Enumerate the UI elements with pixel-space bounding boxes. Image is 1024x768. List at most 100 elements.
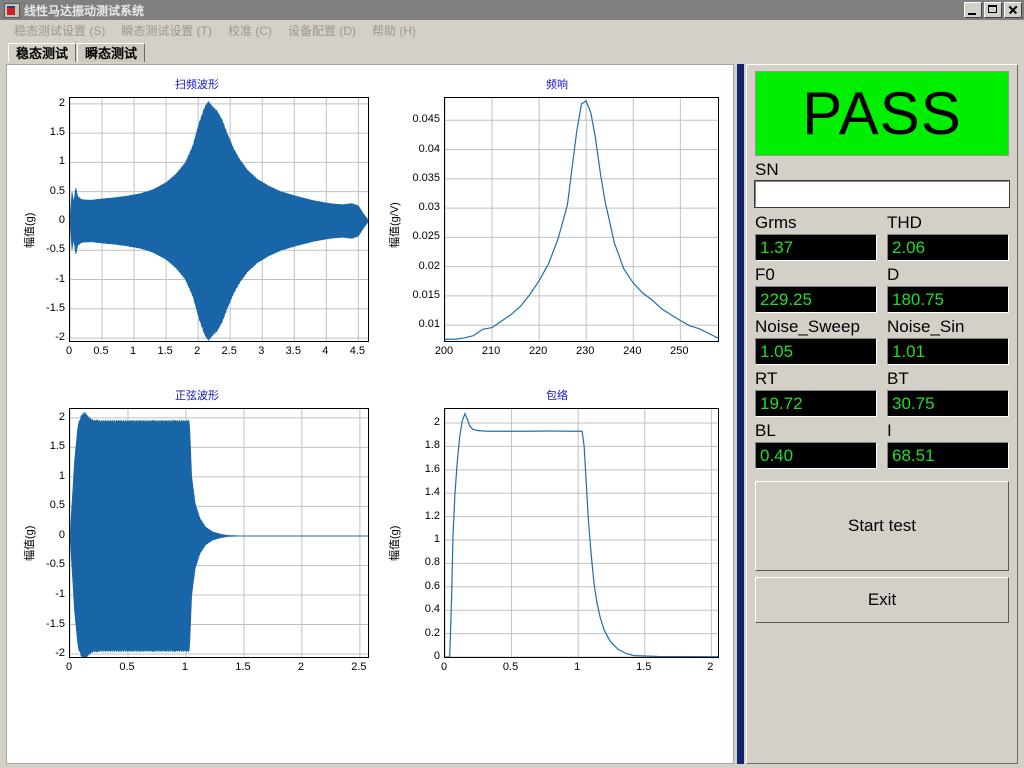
y-tick-label: 0 <box>21 214 65 226</box>
bt-value: 30.75 <box>887 390 1009 417</box>
rt-label: RT <box>755 369 877 389</box>
tab-steady-state[interactable]: 稳态测试 <box>8 43 76 62</box>
grms-value: 1.37 <box>755 234 877 261</box>
exit-button[interactable]: Exit <box>755 577 1009 623</box>
x-tick-label: 220 <box>518 345 558 357</box>
y-tick-label: 0.5 <box>21 499 65 511</box>
bl-label: BL <box>755 421 877 441</box>
close-button[interactable] <box>1004 2 1022 18</box>
y-tick-label: 2 <box>396 416 440 428</box>
sn-label: SN <box>755 160 1009 180</box>
client-area: 扫频波形幅值(g)00.511.522.533.544.5-2-1.5-1-0.… <box>0 62 1024 768</box>
results-panel: PASS SN Grms 1.37 THD 2.06 F0 229.25 D 1… <box>746 64 1018 764</box>
x-tick-label: 0.5 <box>107 661 147 673</box>
y-tick-label: 0.6 <box>396 580 440 592</box>
sn-input[interactable] <box>755 181 1009 207</box>
y-tick-label: -2 <box>21 647 65 659</box>
plot-area-sweep-waveform <box>69 97 369 342</box>
y-tick-label: 1 <box>21 155 65 167</box>
app-icon <box>4 3 20 18</box>
bt-label: BT <box>887 369 1009 389</box>
y-tick-label: 0.025 <box>396 230 440 242</box>
x-tick-label: 1.5 <box>624 661 664 673</box>
y-tick-label: 1.6 <box>396 463 440 475</box>
menu-item-help[interactable]: 帮助 (H) <box>364 21 424 40</box>
plot-area-sine-waveform <box>69 408 369 658</box>
y-tick-label: -2 <box>21 331 65 343</box>
menu-item-steady-settings[interactable]: 稳态测试设置 (S) <box>6 21 113 40</box>
x-tick-label: 0 <box>424 661 464 673</box>
y-tick-label: -0.5 <box>21 558 65 570</box>
charts-pane: 扫频波形幅值(g)00.511.522.533.544.5-2-1.5-1-0.… <box>6 64 734 764</box>
f0-value: 229.25 <box>755 286 877 313</box>
y-tick-label: 0.8 <box>396 556 440 568</box>
noise-sin-label: Noise_Sin <box>887 317 1009 337</box>
x-tick-label: 240 <box>612 345 652 357</box>
chart-title-sine-waveform: 正弦波形 <box>17 390 377 403</box>
menu-item-calibration[interactable]: 校准 (C) <box>220 21 280 40</box>
y-tick-label: 1.4 <box>396 486 440 498</box>
chart-sine-waveform: 正弦波形幅值(g)00.511.522.5-2-1.5-1-0.500.511.… <box>17 390 377 690</box>
x-tick-label: 200 <box>424 345 464 357</box>
y-tick-label: 1 <box>396 533 440 545</box>
thd-label: THD <box>887 213 1009 233</box>
x-tick-label: 2 <box>690 661 730 673</box>
i-value: 68.51 <box>887 442 1009 469</box>
chart-envelope: 包络幅值(g)00.511.5200.20.40.60.811.21.41.61… <box>382 390 732 690</box>
maximize-button[interactable] <box>984 2 1002 18</box>
start-test-button[interactable]: Start test <box>755 481 1009 571</box>
tab-strip: 稳态测试 瞬态测试 <box>0 40 1024 62</box>
y-tick-label: 0.4 <box>396 603 440 615</box>
x-tick-label: 2 <box>281 661 321 673</box>
x-tick-label: 1 <box>165 661 205 673</box>
x-tick-label: 1 <box>557 661 597 673</box>
status-badge: PASS <box>755 71 1009 156</box>
y-tick-label: 0.045 <box>396 113 440 125</box>
y-tick-label: 0.035 <box>396 172 440 184</box>
y-tick-label: 0.2 <box>396 627 440 639</box>
x-tick-label: 2.5 <box>339 661 379 673</box>
x-tick-label: 210 <box>471 345 511 357</box>
y-tick-label: -1.5 <box>21 618 65 630</box>
chart-title-sweep-waveform: 扫频波形 <box>17 79 377 92</box>
y-tick-label: 2 <box>21 97 65 109</box>
d-value: 180.75 <box>887 286 1009 313</box>
x-tick-label: 0.5 <box>491 661 531 673</box>
x-tick-label: 4.5 <box>337 345 377 357</box>
i-label: I <box>887 421 1009 441</box>
noise-sweep-label: Noise_Sweep <box>755 317 877 337</box>
y-tick-label: 1.5 <box>21 126 65 138</box>
plot-area-envelope <box>444 408 719 658</box>
x-tick-label: 230 <box>565 345 605 357</box>
y-tick-label: 1.5 <box>21 440 65 452</box>
y-tick-label: 0 <box>21 529 65 541</box>
y-tick-label: 0.04 <box>396 143 440 155</box>
menu-item-device-config[interactable]: 设备配置 (D) <box>280 21 364 40</box>
y-tick-label: 2 <box>21 411 65 423</box>
y-tick-label: -1 <box>21 273 65 285</box>
pane-divider <box>737 64 744 764</box>
y-tick-label: 1.8 <box>396 439 440 451</box>
y-tick-label: 0.02 <box>396 260 440 272</box>
rt-value: 19.72 <box>755 390 877 417</box>
d-label: D <box>887 265 1009 285</box>
y-tick-label: 0.03 <box>396 201 440 213</box>
y-tick-label: -1 <box>21 588 65 600</box>
y-tick-label: -0.5 <box>21 243 65 255</box>
x-tick-label: 1.5 <box>223 661 263 673</box>
x-tick-label: 0 <box>49 661 89 673</box>
window-title: 线性马达振动测试系统 <box>24 2 962 19</box>
x-tick-label: 250 <box>659 345 699 357</box>
noise-sweep-value: 1.05 <box>755 338 877 365</box>
noise-sin-value: 1.01 <box>887 338 1009 365</box>
y-tick-label: 1 <box>21 470 65 482</box>
menu-bar: 稳态测试设置 (S) 瞬态测试设置 (T) 校准 (C) 设备配置 (D) 帮助… <box>0 20 1024 40</box>
menu-item-transient-settings[interactable]: 瞬态测试设置 (T) <box>113 21 220 40</box>
tab-transient[interactable]: 瞬态测试 <box>77 43 145 62</box>
y-tick-label: 0 <box>396 650 440 662</box>
chart-sweep-waveform: 扫频波形幅值(g)00.511.522.533.544.5-2-1.5-1-0.… <box>17 79 377 369</box>
minimize-button[interactable] <box>964 2 982 18</box>
window-title-bar: 线性马达振动测试系统 <box>0 0 1024 20</box>
y-tick-label: 0.015 <box>396 289 440 301</box>
chart-frequency-response: 频响幅值(g/V)2002102202302402500.010.0150.02… <box>382 79 732 369</box>
